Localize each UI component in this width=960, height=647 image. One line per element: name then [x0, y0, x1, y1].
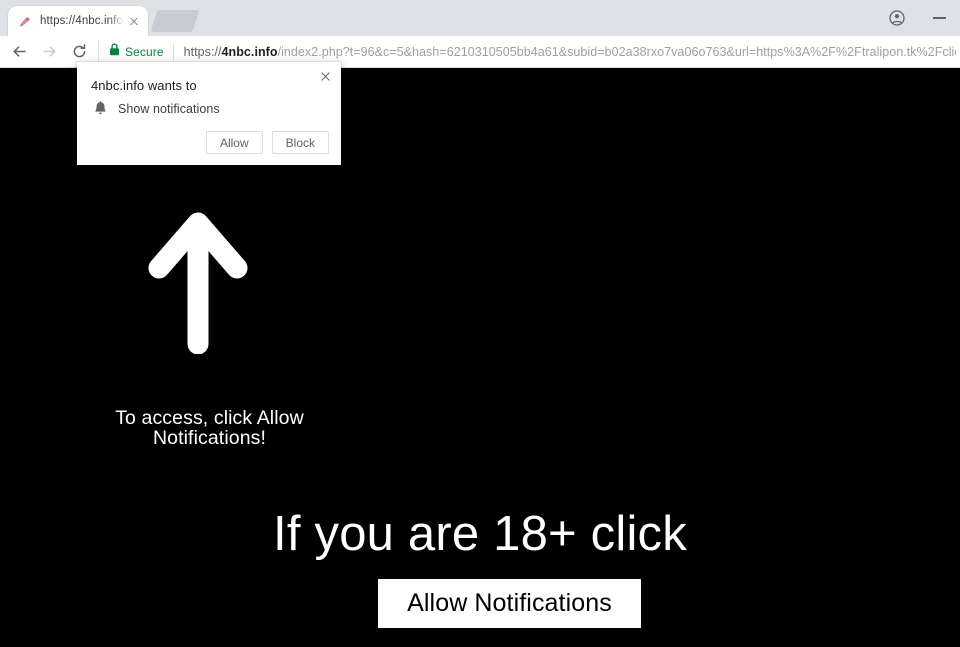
block-button[interactable]: Block: [271, 131, 329, 154]
access-instruction-line1: To access, click Allow: [115, 407, 304, 429]
permission-dialog-actions: Allow Block: [205, 131, 329, 154]
permission-dialog-title: 4nbc.info wants to: [91, 78, 197, 93]
url-scheme: https://: [183, 44, 222, 59]
forward-button: [34, 38, 64, 66]
access-instruction: To access, click Allow Notifications!: [62, 407, 357, 449]
site-favicon: [18, 14, 33, 29]
reload-icon: [71, 43, 88, 60]
permission-request-row: Show notifications: [91, 101, 220, 116]
url-host: 4nbc.info: [221, 44, 278, 59]
tab-title: https://4nbc.info/index2...: [40, 15, 124, 27]
url-path: /index2.php?t=96&c=5&hash=6210310505bb4a…: [277, 44, 956, 59]
bell-icon: [91, 101, 109, 116]
lock-icon: [109, 43, 120, 61]
access-instruction-line2: Notifications!: [152, 426, 267, 449]
address-bar[interactable]: Secure https://4nbc.info/index2.php?t=96…: [98, 38, 956, 65]
browser-tab[interactable]: https://4nbc.info/index2...: [8, 6, 148, 36]
profile-button[interactable]: [876, 1, 918, 35]
age-gate-heading: If you are 18+ click: [273, 507, 687, 561]
allow-notifications-button[interactable]: Allow Notifications: [378, 579, 641, 628]
close-icon[interactable]: [316, 68, 334, 86]
permission-label: Show notifications: [118, 101, 220, 116]
allow-button[interactable]: Allow: [205, 131, 263, 154]
security-status[interactable]: Secure: [99, 39, 173, 65]
security-label: Secure: [125, 44, 164, 59]
notification-permission-dialog: 4nbc.info wants to Show notifications Al…: [77, 62, 341, 165]
browser-window: https://4nbc.info/index2...: [0, 0, 960, 647]
minimize-button[interactable]: [918, 1, 960, 35]
tab-strip: https://4nbc.info/index2...: [0, 0, 960, 36]
account-circle-icon: [889, 10, 905, 26]
close-icon[interactable]: [126, 13, 142, 29]
new-tab-button[interactable]: [150, 10, 200, 32]
window-controls: [876, 0, 960, 36]
back-button[interactable]: [4, 38, 34, 66]
arrow-right-icon: [41, 43, 58, 60]
arrow-left-icon: [11, 43, 28, 60]
minimize-icon: [932, 17, 946, 19]
arrow-up-icon: [148, 206, 248, 354]
url-display[interactable]: https://4nbc.info/index2.php?t=96&c=5&ha…: [174, 45, 956, 59]
